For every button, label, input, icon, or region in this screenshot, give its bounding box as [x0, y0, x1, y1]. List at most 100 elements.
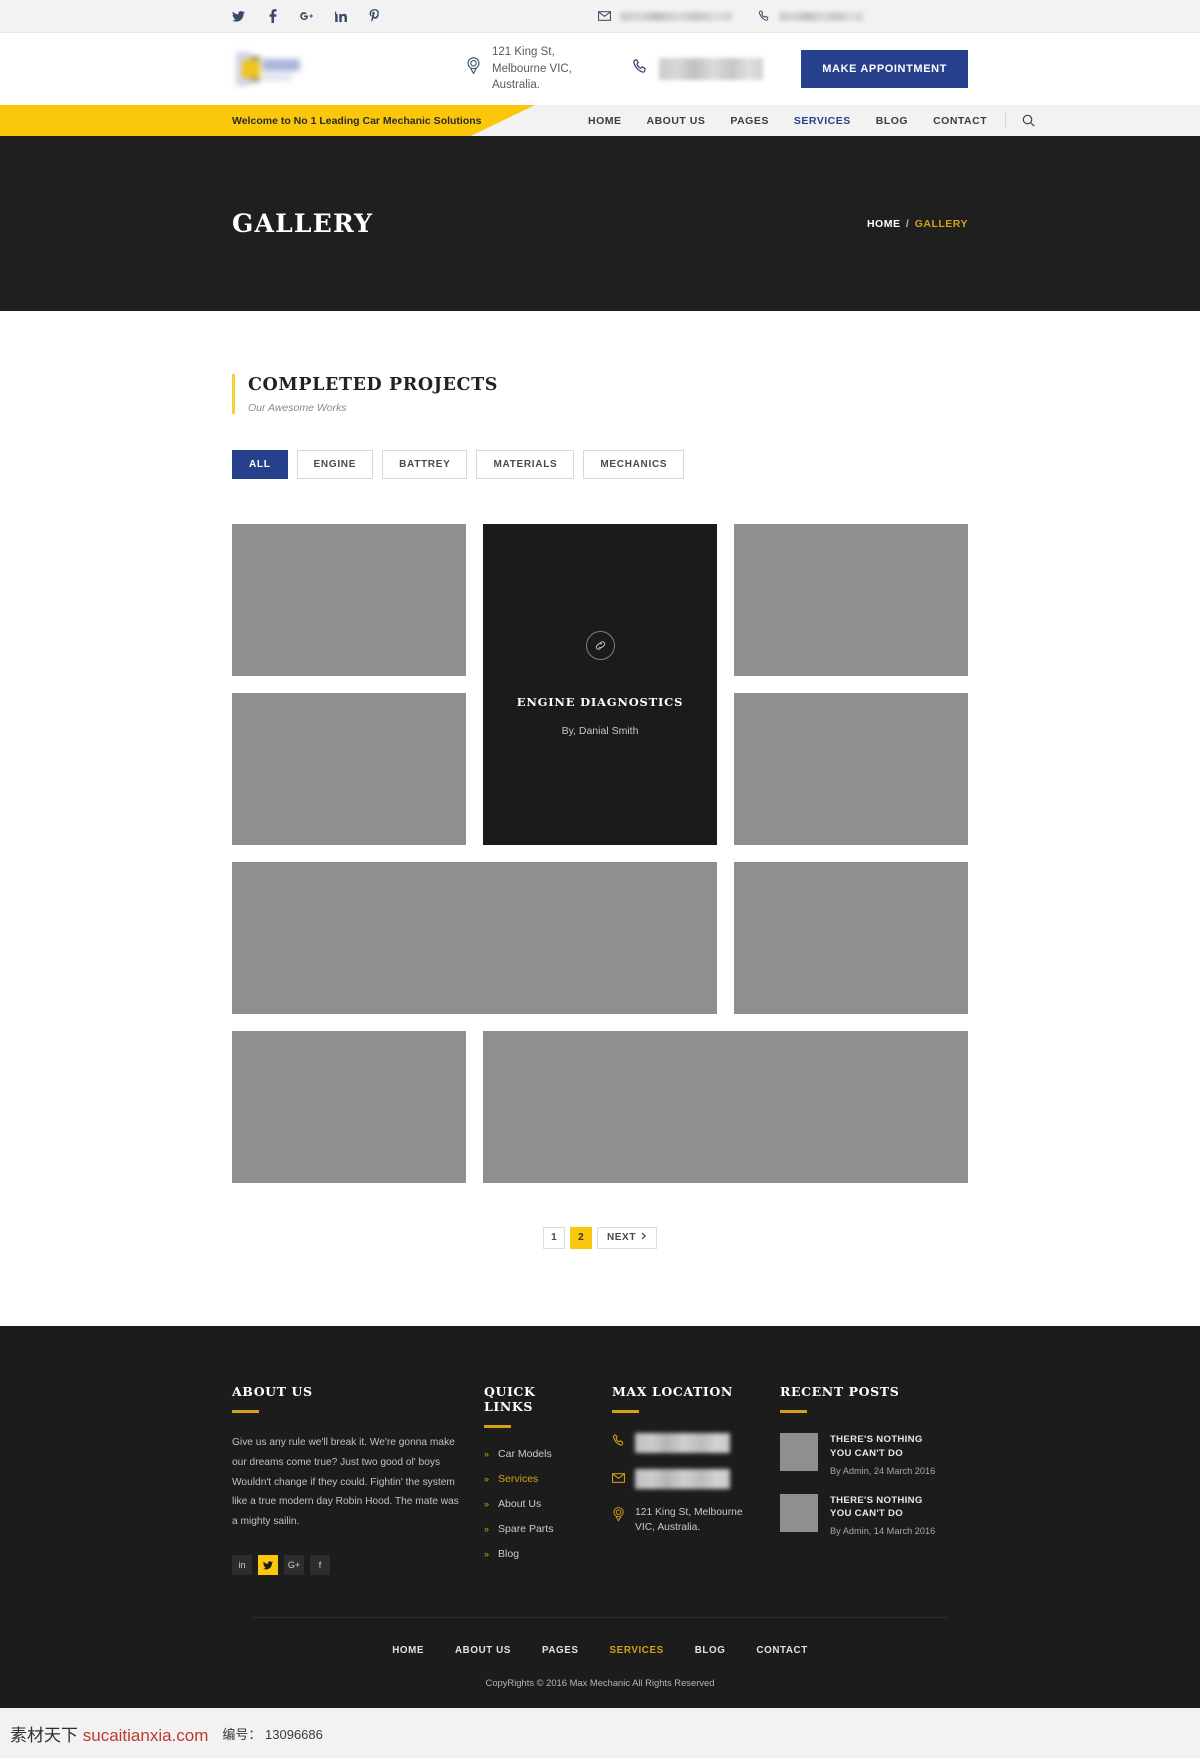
- filter-engine[interactable]: ENGINE: [296, 449, 374, 479]
- header-phone[interactable]: [632, 58, 764, 80]
- nav-item-home[interactable]: HOME: [588, 115, 622, 127]
- google-plus-icon[interactable]: [300, 9, 313, 23]
- footer-nav-blog[interactable]: BLOG: [695, 1645, 726, 1656]
- facebook-icon[interactable]: [266, 9, 279, 23]
- chevron-double-right-icon: »: [484, 1448, 490, 1459]
- footer-quicklinks-list: » Car Models » Services » About Us » Spare P…: [484, 1448, 589, 1560]
- welcome-banner: Welcome to No 1 Leading Car Mechanic Sol…: [0, 105, 535, 136]
- breadcrumb: HOME / GALLERY: [867, 218, 968, 230]
- list-item[interactable]: » Services: [484, 1473, 589, 1485]
- filter-all[interactable]: ALL: [232, 449, 288, 479]
- list-item[interactable]: » Car Models: [484, 1448, 589, 1460]
- footer-nav-contact[interactable]: CONTACT: [756, 1645, 807, 1656]
- search-icon[interactable]: [1022, 114, 1035, 127]
- phone-icon: [632, 58, 648, 80]
- recent-post-meta: By Admin, 14 March 2016: [830, 1526, 936, 1537]
- filter-battrey[interactable]: BATTREY: [382, 449, 468, 479]
- nav-item-services[interactable]: SERVICES: [794, 115, 851, 127]
- phone-icon: [612, 1434, 625, 1452]
- list-item[interactable]: » Spare Parts: [484, 1523, 589, 1535]
- footer-quicklinks-column: QUICK LINKS » Car Models » Services » About…: [484, 1384, 589, 1575]
- footer-about-heading: ABOUT US: [232, 1383, 313, 1399]
- gallery-item[interactable]: [232, 692, 466, 845]
- google-plus-icon[interactable]: G+: [284, 1555, 304, 1576]
- recent-post-title[interactable]: THERE'S NOTHING YOU CAN'T DO: [830, 1433, 945, 1461]
- footer-address-text: 121 King St, Melbourne VIC, Australia.: [635, 1506, 743, 1534]
- footer-nav-about-us[interactable]: ABOUT US: [455, 1645, 511, 1656]
- copyright-text: CopyRights © 2016 Max Mechanic All Right…: [485, 1677, 715, 1689]
- section-subtitle: Our Awesome Works: [248, 401, 347, 414]
- gallery-item[interactable]: [232, 1030, 466, 1183]
- quicklink-spare-parts[interactable]: Spare Parts: [498, 1523, 553, 1535]
- filter-mechanics[interactable]: MECHANICS: [583, 449, 685, 479]
- chevron-double-right-icon: »: [484, 1498, 490, 1509]
- breadcrumb-home[interactable]: HOME: [867, 218, 901, 230]
- footer-bottom: HOME ABOUT US PAGES SERVICES BLOG CONTAC…: [232, 1618, 968, 1708]
- topbar-email[interactable]: [598, 11, 732, 21]
- nav-item-blog[interactable]: BLOG: [876, 115, 908, 127]
- site-logo[interactable]: [232, 46, 318, 92]
- list-item[interactable]: » About Us: [484, 1498, 589, 1510]
- envelope-icon: [598, 11, 611, 21]
- facebook-icon[interactable]: f: [310, 1555, 330, 1576]
- nav-divider: [1005, 112, 1007, 129]
- recent-post-item[interactable]: THERE'S NOTHING YOU CAN'T DO By Admin, 2…: [780, 1432, 945, 1476]
- list-item[interactable]: » Blog: [484, 1548, 589, 1560]
- nav-item-contact[interactable]: CONTACT: [933, 115, 987, 127]
- watermark-bar: 素材天下 sucaitianxia.com 编号： 13096686: [0, 1708, 1200, 1759]
- chevron-double-right-icon: »: [484, 1473, 490, 1484]
- footer-social-links: in G+ f: [232, 1555, 462, 1576]
- footer-about-column: ABOUT US Give us any rule we'll break it…: [232, 1383, 462, 1576]
- breadcrumb-separator: /: [905, 217, 910, 230]
- twitter-icon[interactable]: [232, 9, 245, 23]
- gallery-item[interactable]: [734, 692, 968, 845]
- nav-item-pages[interactable]: PAGES: [730, 115, 768, 127]
- pagination-next[interactable]: NEXT: [596, 1226, 658, 1249]
- quicklink-services[interactable]: Services: [498, 1473, 538, 1485]
- make-appointment-button[interactable]: MAKE APPOINTMENT: [801, 50, 968, 88]
- quicklink-blog[interactable]: Blog: [498, 1548, 519, 1560]
- twitter-icon[interactable]: [258, 1555, 278, 1576]
- gallery-item[interactable]: [734, 861, 968, 1014]
- filter-materials[interactable]: MATERIALS: [476, 449, 575, 479]
- footer-recentposts-column: RECENT POSTS THERE'S NOTHING YOU CAN'T D…: [780, 1384, 945, 1575]
- gallery-item[interactable]: [232, 861, 717, 1014]
- pagination-page-1[interactable]: 1: [542, 1226, 565, 1249]
- gallery-item[interactable]: [483, 1030, 968, 1183]
- quicklink-car-models[interactable]: Car Models: [498, 1448, 552, 1460]
- nav-item-about-us[interactable]: ABOUT US: [647, 115, 706, 127]
- pinterest-icon[interactable]: [368, 9, 381, 23]
- linkedin-icon[interactable]: [334, 9, 347, 23]
- footer-bottom-nav: HOME ABOUT US PAGES SERVICES BLOG CONTAC…: [232, 1645, 968, 1656]
- footer-accent-bar: [232, 1409, 259, 1413]
- topbar-phone[interactable]: [758, 10, 863, 22]
- watermark-brand-cn: 素材天下: [10, 1725, 83, 1745]
- footer-columns: ABOUT US Give us any rule we'll break it…: [232, 1383, 968, 1576]
- footer-email-row[interactable]: [612, 1468, 762, 1489]
- footer-nav-services[interactable]: SERVICES: [610, 1645, 664, 1656]
- footer-nav-home[interactable]: HOME: [392, 1645, 424, 1656]
- footer-accent-bar: [612, 1409, 639, 1413]
- recent-post-meta: By Admin, 24 March 2016: [830, 1465, 936, 1476]
- gallery-item-title: ENGINE DIAGNOSTICS: [516, 695, 684, 710]
- chevron-double-right-icon: »: [484, 1548, 490, 1559]
- gallery-item[interactable]: [734, 523, 968, 676]
- gallery-item-active[interactable]: ENGINE DIAGNOSTICS By, Danial Smith: [483, 523, 717, 845]
- recent-post-title[interactable]: THERE'S NOTHING YOU CAN'T DO: [830, 1494, 945, 1522]
- quicklink-about-us[interactable]: About Us: [498, 1498, 541, 1510]
- topbar-phone-value: [779, 11, 863, 21]
- section-title: COMPLETED PROJECTS: [248, 375, 498, 395]
- social-links: [232, 9, 381, 23]
- pagination-page-2[interactable]: 2: [569, 1226, 592, 1249]
- pagination: 1 2 NEXT: [232, 1226, 968, 1249]
- gallery-item[interactable]: [232, 523, 466, 676]
- page-title: GALLERY: [232, 209, 374, 238]
- top-bar: [0, 0, 1200, 33]
- recent-post-item[interactable]: THERE'S NOTHING YOU CAN'T DO By Admin, 1…: [780, 1493, 945, 1537]
- footer-nav-pages[interactable]: PAGES: [542, 1645, 579, 1656]
- link-icon[interactable]: [585, 631, 615, 661]
- footer-accent-bar: [484, 1424, 511, 1428]
- main-nav-menu: HOME ABOUT US PAGES SERVICES BLOG CONTAC…: [588, 115, 987, 127]
- linkedin-icon[interactable]: in: [232, 1555, 252, 1576]
- footer-phone-row[interactable]: [612, 1432, 762, 1453]
